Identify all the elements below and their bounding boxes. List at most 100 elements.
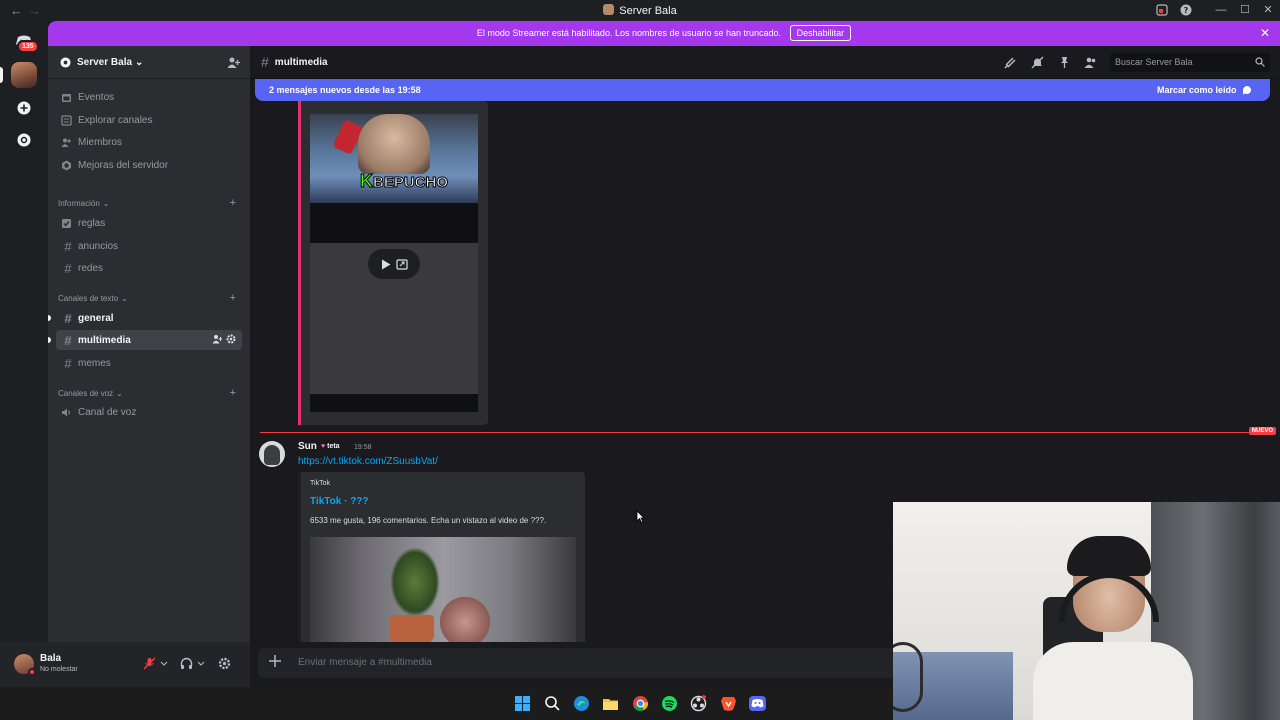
streamer-mode-banner: El modo Streamer está habilitado. Los no… — [48, 21, 1280, 46]
user-settings-gear-icon[interactable] — [218, 657, 231, 670]
chevron-down-icon[interactable] — [197, 657, 205, 670]
sidebar-item-label: Miembros — [78, 136, 122, 148]
edge-icon[interactable] — [573, 695, 590, 712]
add-server-icon[interactable] — [17, 101, 31, 115]
channel-title: multimedia — [274, 56, 328, 68]
mark-read-icon — [1243, 86, 1251, 95]
category-informacion[interactable]: Información ⌄ + — [58, 197, 244, 209]
sidebar-item-miembros[interactable]: Miembros — [56, 132, 242, 152]
message-link[interactable]: https://vt.tiktok.com/ZSuusbVat/ — [298, 456, 438, 467]
tiktok-embed: TikTok TikTok · ??? 6533 me gusta, 196 c… — [298, 472, 585, 642]
streamer-person — [1033, 536, 1193, 720]
channel-label: redes — [78, 262, 104, 274]
speaker-icon — [62, 408, 70, 416]
server-header[interactable]: Server Bala ⌄ — [48, 46, 250, 79]
video-player[interactable] — [310, 203, 478, 412]
message-author[interactable]: Sun — [298, 441, 317, 452]
new-label: NUEVO — [1248, 427, 1276, 435]
channel-reglas[interactable]: reglas — [56, 213, 242, 233]
search-input[interactable]: Buscar Server Bala — [1110, 53, 1270, 72]
user-panel: Bala No molestar — [0, 642, 250, 687]
create-invite-icon[interactable] — [212, 334, 222, 344]
hash-icon: # — [64, 332, 72, 348]
server-bala-icon[interactable] — [11, 62, 37, 88]
streamer-face-shape — [358, 114, 430, 174]
channel-anuncios[interactable]: # anuncios — [56, 236, 242, 256]
channel-redes[interactable]: # redes — [56, 258, 242, 278]
hash-icon: # — [64, 355, 72, 371]
threads-icon[interactable] — [1004, 56, 1017, 69]
brave-icon[interactable] — [720, 695, 737, 712]
pin-icon[interactable] — [1058, 56, 1071, 69]
channel-general[interactable]: # general — [48, 308, 242, 328]
windows-start-icon[interactable] — [514, 695, 531, 712]
avatar[interactable] — [259, 441, 285, 467]
server-tag[interactable]: ♥ teta — [321, 443, 340, 450]
obs-icon[interactable] — [690, 695, 707, 712]
chevron-down-icon: ⌄ — [116, 389, 123, 398]
server-name: Server Bala — [77, 56, 133, 68]
chevron-down-icon[interactable] — [160, 657, 168, 670]
unread-indicator — [48, 337, 51, 343]
sidebar-item-label: Explorar canales — [78, 114, 153, 126]
selected-server-pill — [0, 67, 3, 83]
channel-label: reglas — [78, 217, 106, 229]
video-embed: KBEPUCHO — [298, 101, 488, 425]
embed-image[interactable] — [310, 537, 576, 642]
inbox-icon[interactable] — [1156, 4, 1168, 16]
member-list-icon[interactable] — [1084, 56, 1097, 69]
gear-icon[interactable] — [226, 334, 236, 344]
sidebar-item-explorar-canales[interactable]: Explorar canales — [56, 110, 242, 130]
close-window-button[interactable]: ✕ — [1256, 1, 1280, 19]
search-icon[interactable] — [544, 695, 561, 712]
discord-taskbar-icon[interactable] — [749, 695, 766, 712]
window-title: Server Bala — [0, 4, 1280, 17]
spotify-icon[interactable] — [661, 695, 678, 712]
title-bar: ← → Server Bala ? — ☐ ✕ — [0, 0, 1280, 21]
sidebar-item-eventos[interactable]: Eventos — [56, 87, 242, 107]
headphones-icon[interactable] — [180, 657, 193, 670]
channel-header: # multimedia Buscar Server Bala — [250, 46, 1280, 79]
new-messages-bar[interactable]: 2 mensajes nuevos desde las 19:58 Marcar… — [255, 79, 1270, 101]
microphone-muted-icon[interactable] — [143, 657, 156, 670]
search-icon — [1255, 57, 1265, 67]
sidebar-item-mejoras[interactable]: Mejoras del servidor — [56, 155, 242, 175]
embed-thumbnail[interactable]: KBEPUCHO — [310, 114, 478, 203]
message-input[interactable]: Enviar mensaje a #multimedia — [298, 657, 432, 668]
mentions-badge: 135 — [17, 40, 39, 53]
chrome-icon[interactable] — [632, 695, 649, 712]
category-canales-de-voz[interactable]: Canales de voz ⌄ + — [58, 387, 244, 399]
discover-icon[interactable] — [17, 133, 31, 147]
mark-as-read-button[interactable]: Marcar como leído — [1157, 79, 1252, 101]
maximize-button[interactable]: ☐ — [1233, 1, 1257, 19]
channel-canal-de-voz[interactable]: Canal de voz — [56, 402, 242, 422]
create-channel-icon[interactable]: + — [230, 387, 236, 399]
message-timestamp: 19:58 — [354, 444, 372, 451]
create-channel-icon[interactable]: + — [230, 197, 236, 209]
boost-icon — [62, 160, 71, 170]
sidebar-item-label: Mejoras del servidor — [78, 159, 169, 171]
play-button[interactable] — [368, 249, 420, 279]
category-canales-de-texto[interactable]: Canales de texto ⌄ + — [58, 292, 244, 304]
chevron-down-icon: ⌄ — [102, 199, 110, 208]
calendar-icon — [62, 93, 71, 102]
thumbnail-caption: KBEPUCHO — [360, 171, 449, 192]
channel-label: memes — [78, 357, 111, 369]
minimize-button[interactable]: — — [1209, 1, 1233, 19]
embed-title[interactable]: TikTok · ??? — [310, 496, 369, 507]
new-messages-text: 2 mensajes nuevos desde las 19:58 — [269, 85, 421, 95]
create-channel-icon[interactable]: + — [230, 292, 236, 304]
attach-plus-icon[interactable] — [268, 654, 282, 668]
file-explorer-icon[interactable] — [602, 695, 619, 712]
channel-memes[interactable]: # memes — [56, 353, 242, 373]
hash-icon: # — [261, 54, 269, 70]
channel-multimedia[interactable]: # multimedia — [48, 330, 242, 350]
help-icon[interactable]: ? — [1180, 4, 1192, 16]
disable-streamer-button[interactable]: Deshabilitar — [789, 25, 852, 41]
browse-icon — [61, 114, 72, 126]
invite-people-icon[interactable] — [227, 56, 240, 69]
notifications-muted-icon[interactable] — [1031, 56, 1044, 69]
heart-icon: ♥ — [321, 443, 326, 450]
windows-taskbar — [0, 687, 893, 720]
banner-close-icon[interactable]: ✕ — [1260, 21, 1270, 46]
